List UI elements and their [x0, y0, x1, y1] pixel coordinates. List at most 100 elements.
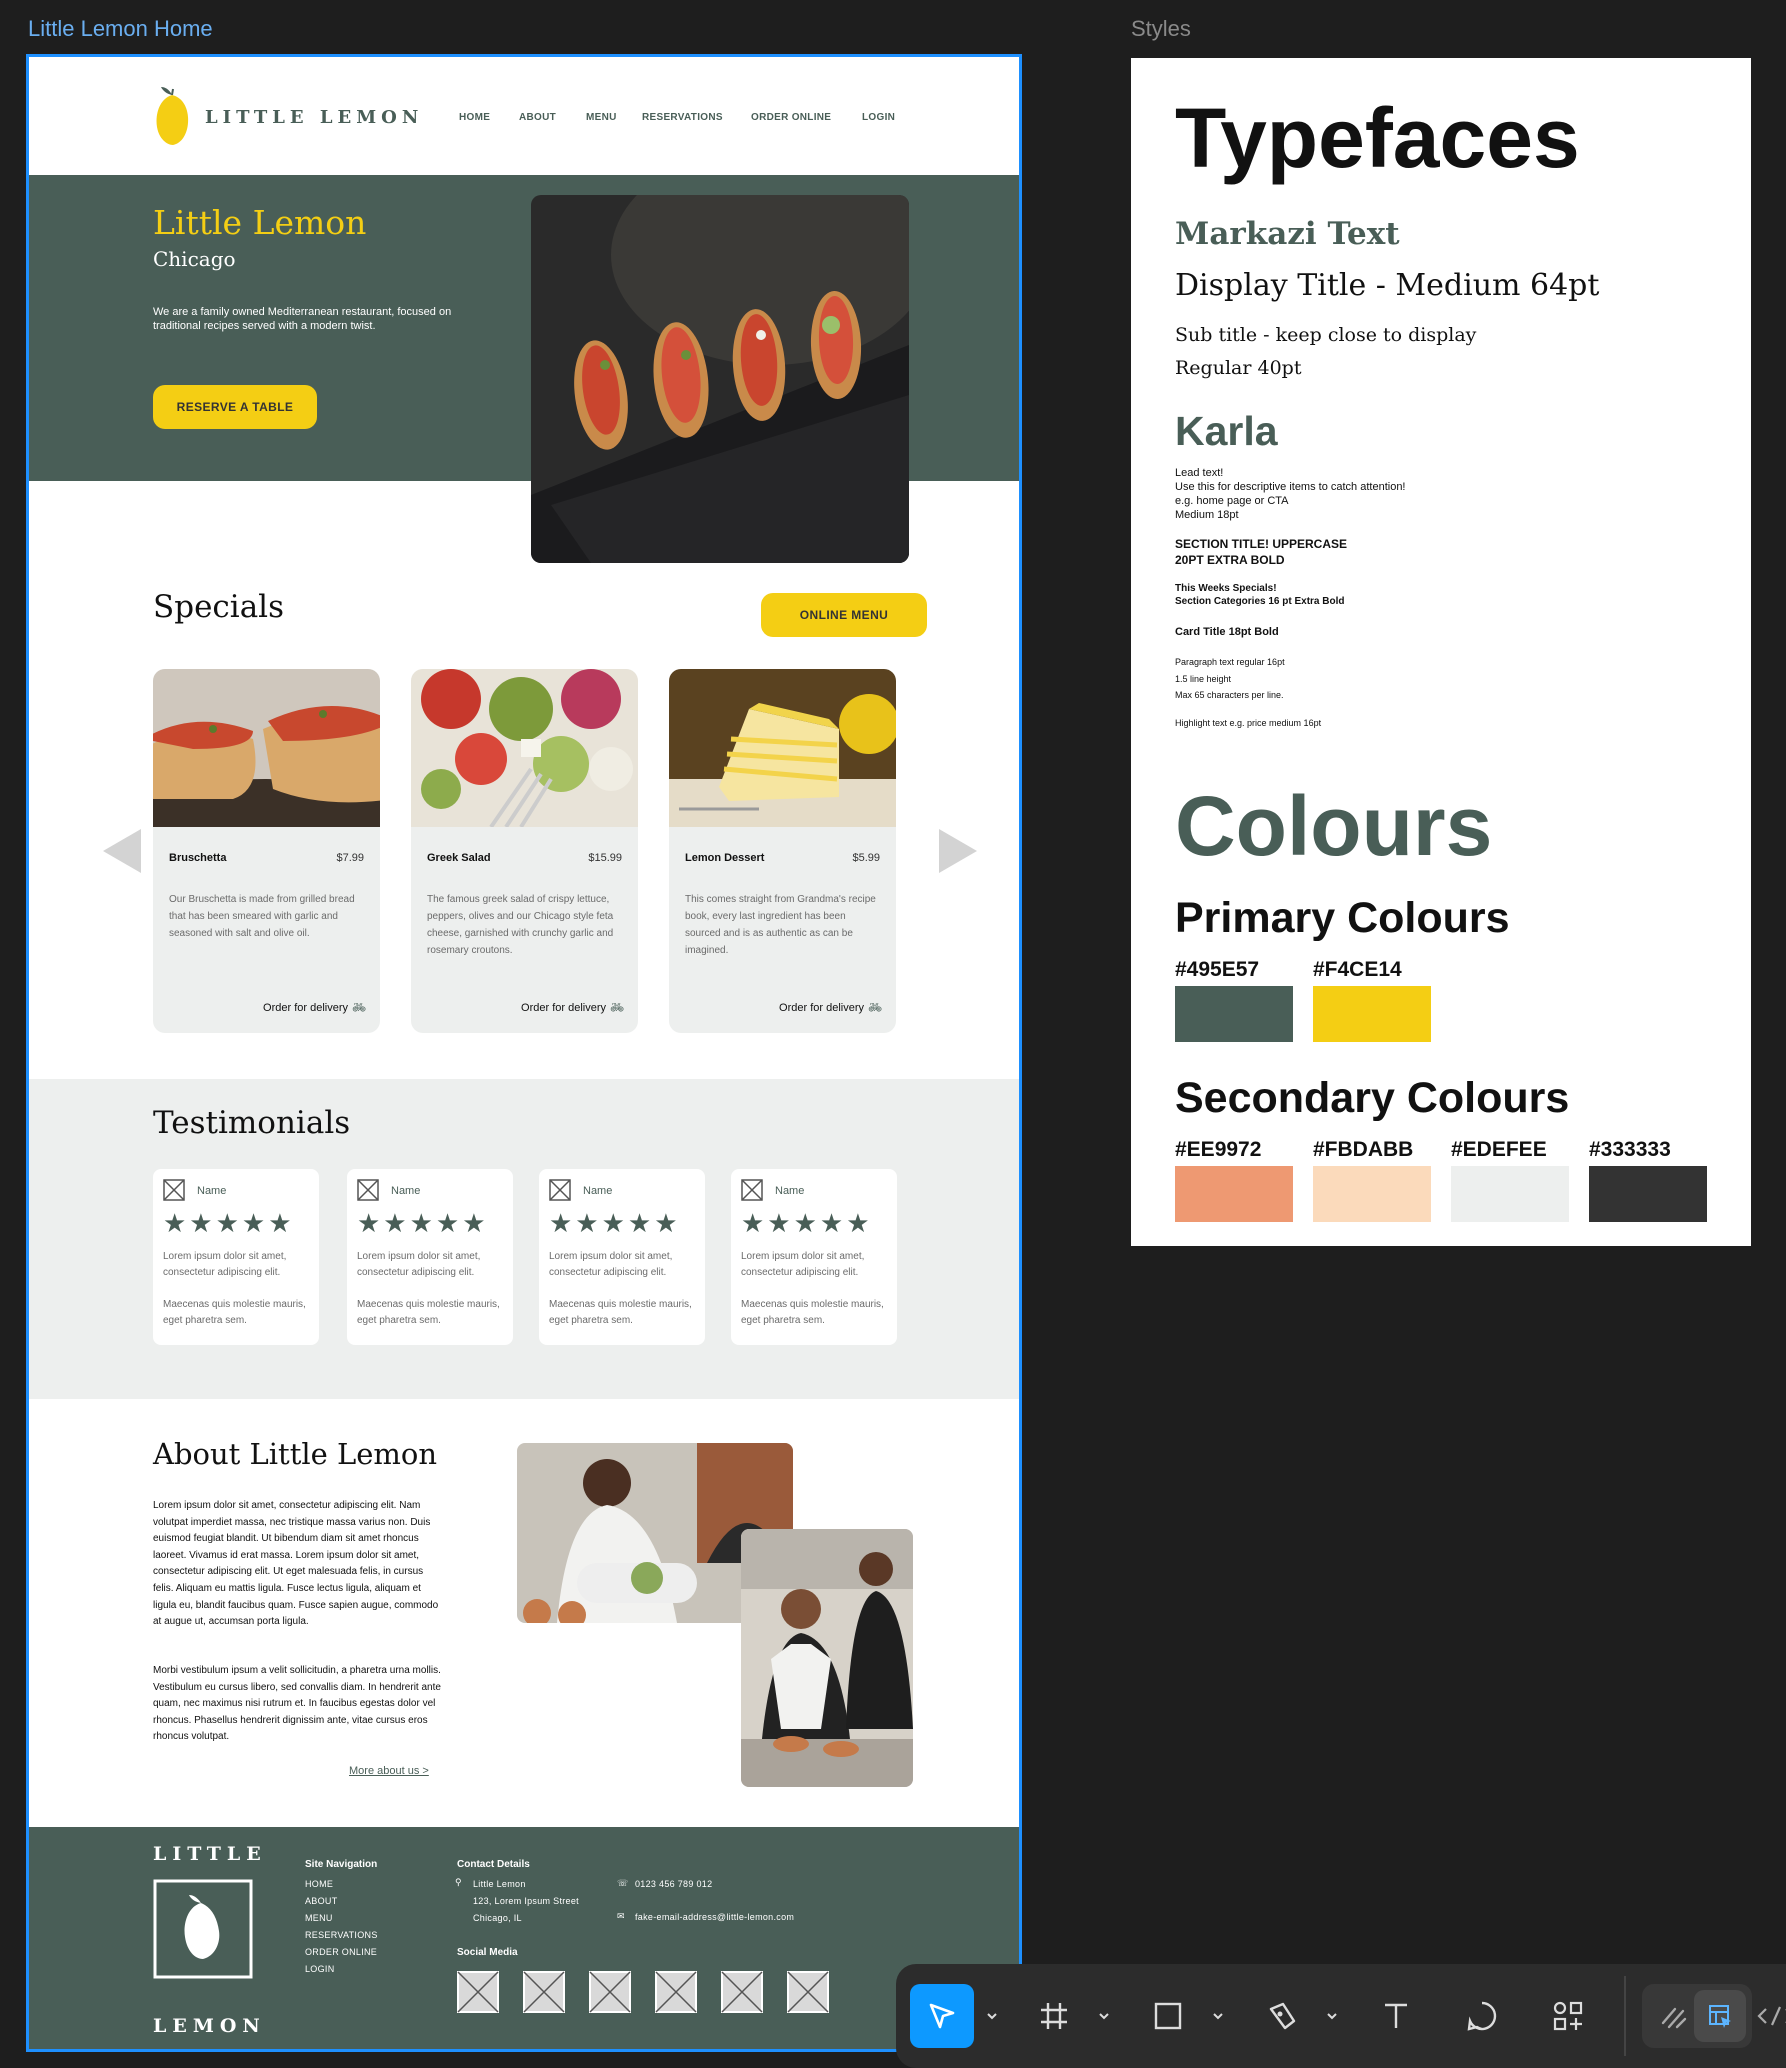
footer-nav-title: Site Navigation [305, 1859, 378, 1870]
greek-salad-image [411, 669, 638, 827]
frame-tool-icon[interactable] [1022, 1984, 1086, 2048]
social-icon-placeholder[interactable] [589, 1971, 631, 2013]
more-about-link[interactable]: More about us > [349, 1765, 429, 1777]
primary-colours-title: Primary Colours [1175, 894, 1510, 942]
chevron-down-icon[interactable] [1210, 2008, 1226, 2024]
carousel-prev-icon[interactable] [103, 829, 141, 873]
card-price: $15.99 [588, 852, 622, 864]
pen-tool-icon[interactable] [1250, 1984, 1314, 2048]
special-card-greek-salad[interactable]: Greek Salad $15.99 The famous greek sala… [411, 669, 638, 1033]
styles-frame[interactable]: Typefaces Markazi Text Display Title - M… [1131, 58, 1751, 1246]
components-tool-icon[interactable] [1536, 1984, 1600, 2048]
social-icon-placeholder[interactable] [787, 1971, 829, 2013]
star-rating-icon: ★★★★★ [741, 1209, 873, 1239]
address-line: Little Lemon [473, 1879, 526, 1889]
frame-label-styles[interactable]: Styles [1131, 16, 1191, 42]
order-delivery-link[interactable]: Order for delivery [263, 1002, 348, 1014]
carousel-next-icon[interactable] [939, 829, 977, 873]
footer-logo-bottom: LEMON [153, 2015, 266, 2037]
avatar-placeholder-icon [163, 1179, 185, 1201]
order-delivery-link[interactable]: Order for delivery [779, 1002, 864, 1014]
swatch-secondary-light-gray[interactable] [1451, 1166, 1569, 1222]
footer-nav-reservations[interactable]: RESERVATIONS [305, 1930, 378, 1940]
markazi-name: Markazi Text [1175, 216, 1400, 252]
nav-order-online[interactable]: ORDER ONLINE [751, 112, 831, 123]
online-menu-button[interactable]: ONLINE MENU [761, 593, 927, 637]
frame-label-home[interactable]: Little Lemon Home [28, 16, 213, 42]
swatch-primary-green[interactable] [1175, 986, 1293, 1042]
footer-nav-order-online[interactable]: ORDER ONLINE [305, 1947, 377, 1957]
secondary-hex-4: #333333 [1589, 1138, 1671, 1161]
social-icon-placeholder[interactable] [721, 1971, 763, 2013]
toolbar-divider [1624, 1976, 1626, 2056]
nav-menu[interactable]: MENU [586, 112, 617, 123]
card-description: This comes straight from Grandma's recip… [685, 894, 876, 956]
karla-name: Karla [1175, 408, 1278, 454]
lead-text-sample: Lead text! Use this for descriptive items… [1175, 467, 1406, 521]
address-line: 123, Lorem Ipsum Street [473, 1896, 579, 1906]
card-price: $7.99 [336, 852, 364, 864]
testimonial-text: Lorem ipsum dolor sit amet, consectetur … [163, 1251, 306, 1326]
secondary-hex-3: #EDEFEE [1451, 1138, 1547, 1161]
footer-nav-menu[interactable]: MENU [305, 1913, 333, 1923]
text-tool-icon[interactable] [1364, 1984, 1428, 2048]
testimonial-name: Name [391, 1185, 421, 1197]
swatch-secondary-salmon[interactable] [1175, 1166, 1293, 1222]
delivery-bike-icon[interactable]: 🚲︎ [868, 1001, 882, 1014]
swatch-primary-yellow[interactable] [1313, 986, 1431, 1042]
site-header: LITTLE LEMON HOME ABOUT MENU RESERVATION… [29, 57, 1019, 175]
chevron-down-icon[interactable] [1096, 2008, 1112, 2024]
order-delivery-link[interactable]: Order for delivery [521, 1002, 606, 1014]
chevron-down-icon[interactable] [1324, 2008, 1340, 2024]
comment-tool-icon[interactable] [1450, 1984, 1514, 2048]
bruschetta-image [153, 669, 380, 827]
highlight-sample: Highlight text e.g. price medium 16pt [1175, 718, 1322, 728]
social-icon-placeholder[interactable] [457, 1971, 499, 2013]
reserve-table-button[interactable]: RESERVE A TABLE [153, 385, 317, 429]
star-rating-icon: ★★★★★ [549, 1209, 681, 1239]
nav-login[interactable]: LOGIN [862, 112, 895, 123]
email-address[interactable]: fake-email-address@little-lemon.com [635, 1912, 794, 1922]
nav-reservations[interactable]: RESERVATIONS [642, 112, 723, 123]
testimonial-name: Name [583, 1185, 613, 1197]
home-frame[interactable]: LITTLE LEMON HOME ABOUT MENU RESERVATION… [26, 54, 1022, 2052]
testimonial-text: Lorem ipsum dolor sit amet, consectetur … [741, 1251, 884, 1326]
footer-nav-about[interactable]: ABOUT [305, 1896, 338, 1906]
footer-nav-home[interactable]: HOME [305, 1879, 333, 1889]
social-icon-placeholder[interactable] [655, 1971, 697, 2013]
nav-about[interactable]: ABOUT [519, 112, 556, 123]
design-mode-icon[interactable] [1694, 1990, 1746, 2042]
sub-title-size: Regular 40pt [1175, 357, 1302, 379]
about-paragraph-1: Lorem ipsum dolor sit amet, consectetur … [153, 1500, 439, 1628]
testimonial-text: Lorem ipsum dolor sit amet, consectetur … [549, 1251, 692, 1326]
phone-number[interactable]: 0123 456 789 012 [635, 1879, 712, 1889]
social-icon-placeholder[interactable] [523, 1971, 565, 2013]
card-description: Our Bruschetta is made from grilled brea… [169, 894, 355, 939]
card-title: Lemon Dessert [685, 852, 765, 864]
avatar-placeholder-icon [357, 1179, 379, 1201]
rectangle-tool-icon[interactable] [1136, 1984, 1200, 2048]
testimonial-card: Name ★★★★★ Lorem ipsum dolor sit amet, c… [731, 1169, 897, 1345]
dev-mode-icon[interactable] [1756, 1984, 1786, 2048]
avatar-placeholder-icon [549, 1179, 571, 1201]
footer-contact-title: Contact Details [457, 1859, 530, 1870]
logo-text[interactable]: LITTLE LEMON [205, 107, 423, 128]
about-title: About Little Lemon [153, 1437, 438, 1471]
chevron-down-icon[interactable] [984, 2008, 1000, 2024]
secondary-hex-2: #FBDABB [1313, 1138, 1414, 1161]
swatch-secondary-dark-gray[interactable] [1589, 1166, 1707, 1222]
footer-nav-login[interactable]: LOGIN [305, 1964, 335, 1974]
delivery-bike-icon[interactable]: 🚲︎ [352, 1001, 366, 1014]
card-description: The famous greek salad of crispy lettuce… [427, 894, 614, 956]
swatch-secondary-peach[interactable] [1313, 1166, 1431, 1222]
move-tool-icon[interactable] [910, 1984, 974, 2048]
testimonial-card: Name ★★★★★ Lorem ipsum dolor sit amet, c… [539, 1169, 705, 1345]
special-card-bruschetta[interactable]: Bruschetta $7.99 Our Bruschetta is made … [153, 669, 380, 1033]
avatar-placeholder-icon [741, 1179, 763, 1201]
nav-home[interactable]: HOME [459, 112, 490, 123]
address-line: Chicago, IL [473, 1913, 522, 1923]
testimonial-card: Name ★★★★★ Lorem ipsum dolor sit amet, c… [347, 1169, 513, 1345]
delivery-bike-icon[interactable]: 🚲︎ [610, 1001, 624, 1014]
special-card-lemon-dessert[interactable]: Lemon Dessert $5.99 This comes straight … [669, 669, 896, 1033]
lemon-logo-icon [156, 87, 189, 145]
